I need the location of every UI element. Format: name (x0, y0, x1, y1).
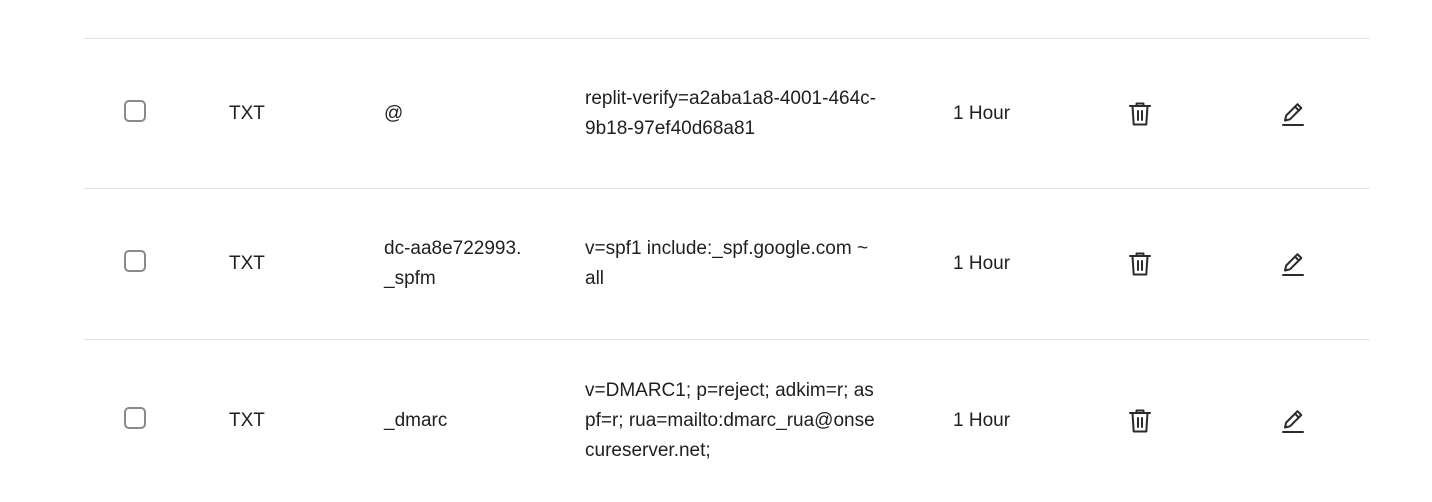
edit-cell (1279, 340, 1307, 502)
trash-icon (1128, 101, 1152, 127)
row-checkbox[interactable] (124, 407, 146, 429)
record-name-cell: dc-aa8e722993._spfm (384, 189, 524, 339)
record-type-cell: TXT (229, 340, 349, 502)
edit-cell (1279, 39, 1307, 188)
trash-icon (1128, 408, 1152, 434)
pencil-icon (1281, 101, 1305, 127)
delete-cell (1126, 39, 1154, 188)
record-ttl: 1 Hour (953, 253, 1011, 274)
record-value: v=DMARC1; p=reject; adkim=r; aspf=r; rua… (585, 380, 875, 461)
record-value-cell: v=spf1 include:_spf.google.com ~all (585, 189, 877, 339)
delete-cell (1126, 189, 1154, 339)
record-ttl-cell: 1 Hour (953, 189, 1073, 339)
record-type-cell: TXT (229, 189, 349, 339)
record-name: @ (384, 102, 404, 124)
record-name-cell: _dmarc (384, 340, 524, 502)
trash-icon (1128, 251, 1152, 277)
delete-record-button[interactable] (1126, 100, 1154, 128)
record-type: TXT (229, 102, 265, 124)
edit-cell (1279, 189, 1307, 339)
edit-record-button[interactable] (1279, 100, 1307, 128)
delete-record-button[interactable] (1126, 407, 1154, 435)
table-row: TXT _dmarc v=DMARC1; p=reject; adkim=r; … (84, 339, 1370, 502)
record-name: _dmarc (384, 410, 448, 431)
record-value-cell: v=DMARC1; p=reject; adkim=r; aspf=r; rua… (585, 340, 877, 502)
row-select-cell (124, 39, 152, 188)
record-ttl: 1 Hour (953, 410, 1011, 431)
table-row: TXT dc-aa8e722993._spfm v=spf1 include:_… (84, 188, 1370, 339)
record-ttl-cell: 1 Hour (953, 39, 1073, 188)
record-ttl: 1 Hour (953, 102, 1011, 124)
row-checkbox[interactable] (124, 250, 146, 272)
record-name-cell: @ (384, 39, 524, 188)
delete-record-button[interactable] (1126, 250, 1154, 278)
pencil-icon (1281, 251, 1305, 277)
record-ttl-cell: 1 Hour (953, 340, 1073, 502)
row-select-cell (124, 340, 152, 502)
delete-cell (1126, 340, 1154, 502)
table-row: TXT @ replit-verify=a2aba1a8-4001-464c-9… (84, 38, 1370, 188)
record-type-cell: TXT (229, 39, 349, 188)
dns-records-table: TXT @ replit-verify=a2aba1a8-4001-464c-9… (84, 38, 1370, 502)
edit-record-button[interactable] (1279, 250, 1307, 278)
record-type: TXT (229, 410, 265, 431)
record-value-cell: replit-verify=a2aba1a8-4001-464c-9b18-97… (585, 39, 877, 188)
pencil-icon (1281, 408, 1305, 434)
record-value: replit-verify=a2aba1a8-4001-464c-9b18-97… (585, 87, 876, 139)
record-type: TXT (229, 253, 265, 274)
edit-record-button[interactable] (1279, 407, 1307, 435)
row-select-cell (124, 189, 152, 339)
record-value: v=spf1 include:_spf.google.com ~all (585, 238, 869, 289)
row-checkbox[interactable] (124, 99, 146, 122)
record-name: dc-aa8e722993._spfm (384, 238, 522, 289)
